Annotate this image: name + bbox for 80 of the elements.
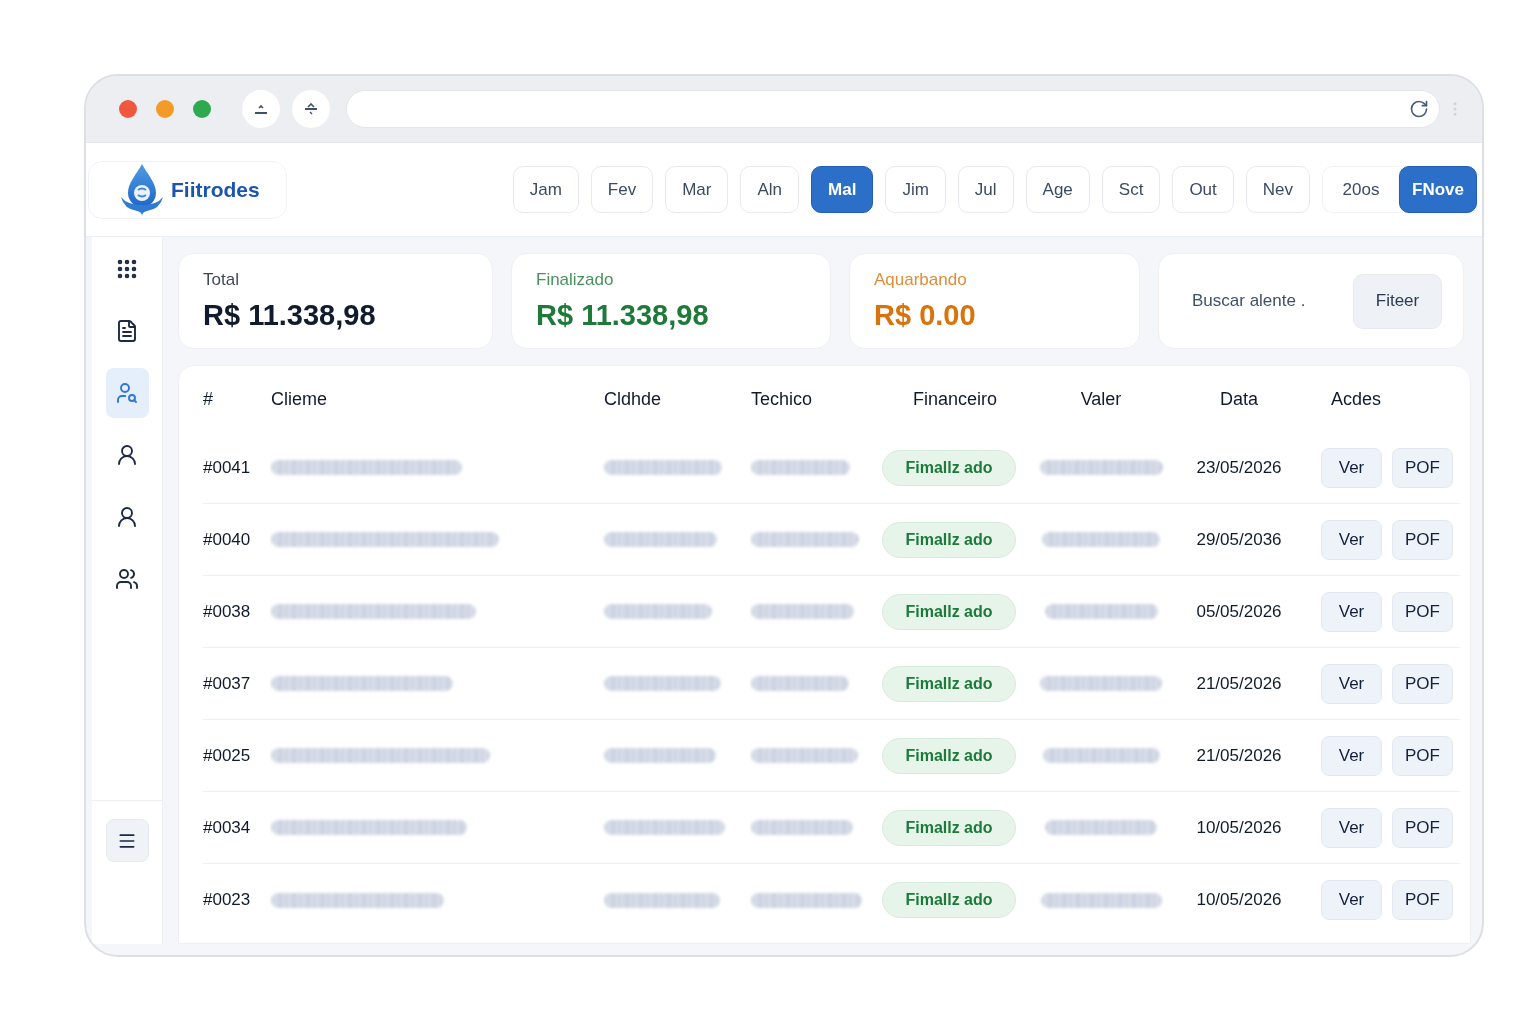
order-id: #0037 [203, 673, 251, 694]
status-badge: Fimallz ado [882, 665, 1016, 702]
column-header: Techico [751, 388, 813, 410]
year-selector[interactable]: 20os [1322, 166, 1400, 213]
maximize-button[interactable] [193, 100, 211, 118]
column-header: Clieme [271, 388, 327, 410]
month-tab[interactable]: Aln [740, 166, 800, 213]
date-text: 29/05/2036 [1196, 529, 1282, 550]
action-button[interactable]: Ver [1321, 880, 1382, 920]
action-button[interactable]: Ver [1321, 447, 1382, 488]
new-button[interactable]: FNove [1399, 166, 1477, 213]
month-tab[interactable]: Age [1025, 166, 1090, 213]
month-tab[interactable]: Mal [811, 166, 874, 213]
month-tab[interactable]: Mar [665, 166, 729, 213]
action-button[interactable]: POF [1392, 880, 1453, 920]
status-badge: Fimallz ado [882, 521, 1016, 558]
date-text: 05/05/2026 [1196, 601, 1282, 622]
date-text: 21/05/2026 [1196, 673, 1282, 694]
column-header: Data [1220, 388, 1258, 410]
order-id: #0041 [203, 457, 251, 478]
action-button[interactable]: Ver [1321, 591, 1382, 632]
summary-label: Finalizado [536, 270, 615, 290]
order-id: #0023 [203, 890, 251, 910]
action-button[interactable]: Ver [1321, 807, 1382, 848]
summary-value: R$ 0.00 [874, 298, 977, 332]
month-tab[interactable]: Jul [957, 166, 1014, 213]
forward-button[interactable] [292, 90, 330, 128]
close-button[interactable] [119, 100, 137, 118]
action-button[interactable]: POF [1392, 519, 1453, 560]
action-button[interactable]: POF [1392, 447, 1453, 488]
user-search-icon [115, 381, 139, 405]
date-text: 23/05/2026 [1196, 457, 1282, 478]
action-button[interactable]: Ver [1321, 519, 1382, 560]
status-badge: Fimallz ado [882, 737, 1016, 774]
month-tab[interactable]: Jam [512, 166, 579, 213]
column-header: Valer [1080, 388, 1122, 410]
month-tab[interactable]: Fev [590, 166, 654, 213]
order-id: #0040 [203, 529, 251, 550]
filter-button[interactable]: Fiteer [1353, 273, 1442, 329]
action-button[interactable]: Ver [1321, 735, 1382, 776]
action-button[interactable]: POF [1392, 735, 1453, 776]
status-badge: Fimallz ado [882, 593, 1016, 630]
column-header: # [203, 388, 213, 410]
order-id: #0034 [203, 817, 251, 838]
grid-icon [115, 257, 139, 281]
date-text: 10/05/2026 [1196, 817, 1282, 838]
menu-button[interactable] [105, 819, 149, 862]
action-button[interactable]: POF [1392, 663, 1453, 704]
status-badge: Fimallz ado [882, 882, 1016, 918]
column-header: Financeiro [912, 388, 997, 410]
month-tab[interactable]: Jim [885, 166, 946, 213]
water-drop-logo-icon [119, 162, 165, 217]
brand-name: Fiitrodes [171, 177, 260, 202]
date-text: 21/05/2026 [1196, 745, 1282, 766]
column-header: Cldhde [604, 388, 662, 410]
month-tab[interactable]: Sct [1101, 166, 1161, 213]
users-icon [115, 567, 139, 591]
action-button[interactable]: POF [1392, 591, 1453, 632]
status-badge: Fimallz ado [882, 809, 1016, 846]
user-icon [115, 505, 139, 529]
status-badge: Fimallz ado [882, 449, 1016, 486]
order-id: #0025 [203, 745, 251, 766]
month-tab[interactable]: Out [1172, 166, 1234, 213]
summary-value: R$ 11.338,98 [203, 298, 377, 332]
summary-value: R$ 11.338,98 [536, 298, 710, 332]
action-button[interactable]: POF [1392, 807, 1453, 848]
caret-line-icon [254, 104, 268, 114]
reload-icon[interactable] [1409, 99, 1429, 119]
search-field[interactable]: Buscar alente . [1192, 286, 1343, 316]
order-id: #0038 [203, 601, 251, 622]
document-icon [115, 319, 139, 343]
column-header: Acdes [1331, 388, 1382, 410]
month-tab[interactable]: Nev [1245, 166, 1311, 213]
user-icon [115, 443, 139, 467]
summary-label: Aquarbando [874, 270, 968, 290]
summary-label: Total [203, 270, 240, 290]
caret-line-icon [304, 103, 318, 115]
back-button[interactable] [242, 90, 280, 128]
action-button[interactable]: Ver [1321, 663, 1382, 704]
date-text: 10/05/2026 [1196, 890, 1282, 910]
